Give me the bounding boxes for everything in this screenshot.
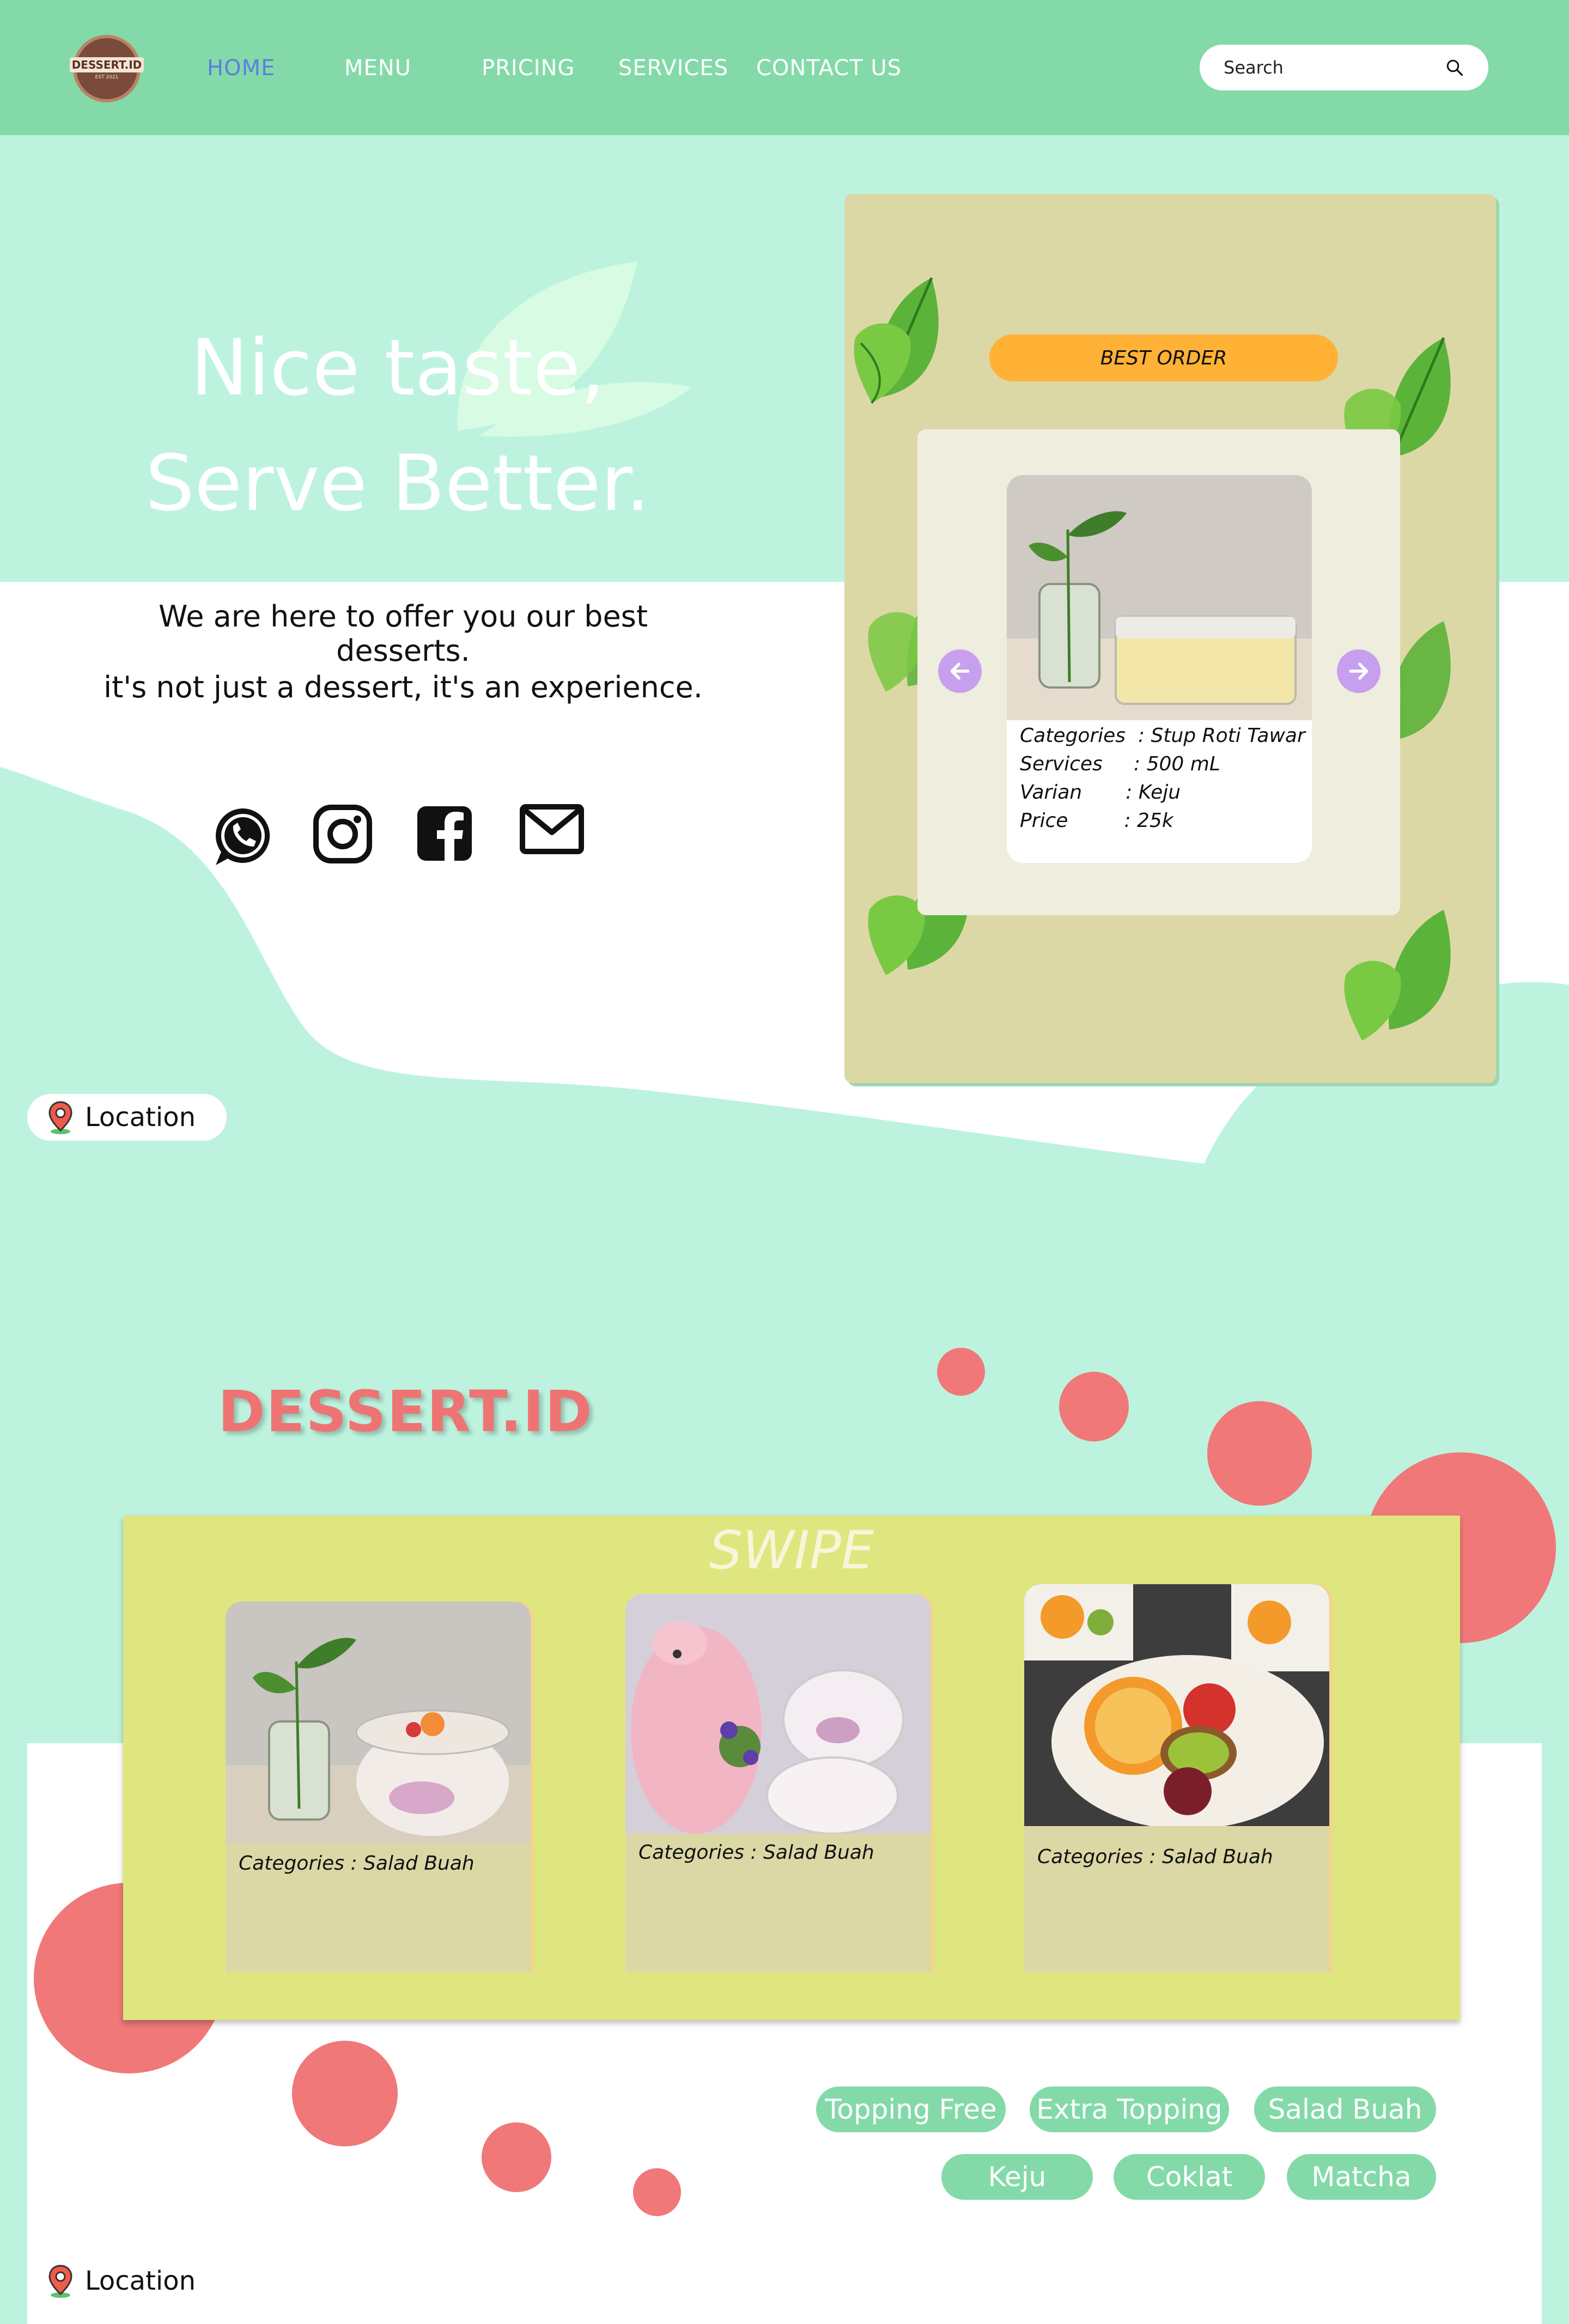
tag-extra-topping[interactable]: Extra Topping	[1030, 2086, 1229, 2132]
location-label: Location	[85, 1102, 196, 1133]
swipe-card-category: Categories : Salad Buah	[239, 1852, 475, 1875]
product-photo	[226, 1602, 531, 1844]
mail-icon[interactable]	[520, 804, 584, 854]
nav-pricing[interactable]: PRICING	[482, 56, 575, 81]
whatsapp-icon[interactable]	[211, 805, 275, 868]
swipe-card-category: Categories : Salad Buah	[1037, 1846, 1273, 1868]
nav-contact-us[interactable]: CONTACT US	[756, 56, 902, 81]
logo-subtext: EST 2021	[95, 75, 119, 80]
location-button[interactable]: Location	[47, 2258, 196, 2304]
best-order-product[interactable]: Categories : Stup Roti Tawar Services : …	[1007, 475, 1312, 863]
tag-coklat[interactable]: Coklat	[1114, 2154, 1265, 2200]
best-order-badge[interactable]: BEST ORDER	[989, 334, 1338, 381]
detail-varian: Varian : Keju	[1020, 781, 1181, 804]
swipe-card[interactable]: Categories : Salad Buah	[226, 1602, 531, 1972]
location-pin-icon	[48, 2265, 72, 2298]
leaf-icon	[854, 277, 939, 404]
hero-subtitle-line1: We are here to offer you our best desser…	[159, 599, 648, 668]
product-photo	[625, 1594, 931, 1834]
facebook-icon[interactable]	[416, 805, 473, 862]
product-photo	[1024, 1584, 1329, 1826]
leaf-icon	[1344, 910, 1451, 1041]
decor-dot	[1207, 1401, 1312, 1506]
decor-dot	[482, 2122, 551, 2192]
decor-dot	[633, 2168, 681, 2216]
nav-menu[interactable]: MENU	[344, 56, 411, 81]
search-placeholder: Search	[1224, 57, 1284, 78]
location-button[interactable]: Location	[27, 1094, 227, 1141]
location-label: Location	[85, 2266, 196, 2296]
detail-price: Price : 25k	[1020, 810, 1173, 832]
tag-salad-buah[interactable]: Salad Buah	[1254, 2086, 1436, 2132]
swipe-card-category: Categories : Salad Buah	[638, 1841, 874, 1864]
hero-title-line2: Serve Better.	[145, 439, 650, 528]
nav-home[interactable]: HOME	[207, 56, 275, 81]
hero-title-line1: Nice taste,	[190, 323, 605, 413]
carousel-prev-button[interactable]	[938, 649, 982, 693]
swipe-title: SWIPE	[709, 1520, 874, 1581]
hero-subtitle-line2: it's not just a dessert, it's an experie…	[104, 670, 703, 704]
tag-matcha[interactable]: Matcha	[1287, 2154, 1436, 2200]
logo-text: DESSERT.ID	[69, 57, 144, 72]
carousel-next-button[interactable]	[1337, 649, 1381, 693]
product-photo	[1007, 475, 1312, 720]
decor-dot	[292, 2041, 398, 2146]
detail-categories: Categories : Stup Roti Tawar	[1020, 725, 1305, 747]
tag-keju[interactable]: Keju	[941, 2154, 1093, 2200]
arrow-left-icon	[950, 662, 970, 680]
hero-title: Nice taste, Serve Better.	[142, 311, 654, 542]
location-pin-icon	[48, 1101, 72, 1134]
tag-topping-free[interactable]: Topping Free	[816, 2086, 1006, 2132]
swipe-card[interactable]: Categories : Salad Buah	[625, 1594, 931, 1972]
detail-services: Services : 500 mL	[1020, 753, 1220, 775]
decor-dot	[1059, 1372, 1129, 1441]
swipe-card[interactable]: Categories : Salad Buah	[1024, 1584, 1329, 1972]
search-input[interactable]: Search	[1200, 45, 1488, 90]
instagram-icon[interactable]	[313, 804, 373, 864]
decor-dot	[937, 1348, 985, 1396]
brand-title: DESSERT.ID	[218, 1378, 593, 1445]
nav-services[interactable]: SERVICES	[618, 56, 728, 81]
brand-logo[interactable]: DESSERT.ID EST 2021	[69, 35, 144, 102]
arrow-right-icon	[1349, 662, 1369, 680]
search-icon[interactable]	[1445, 58, 1464, 77]
